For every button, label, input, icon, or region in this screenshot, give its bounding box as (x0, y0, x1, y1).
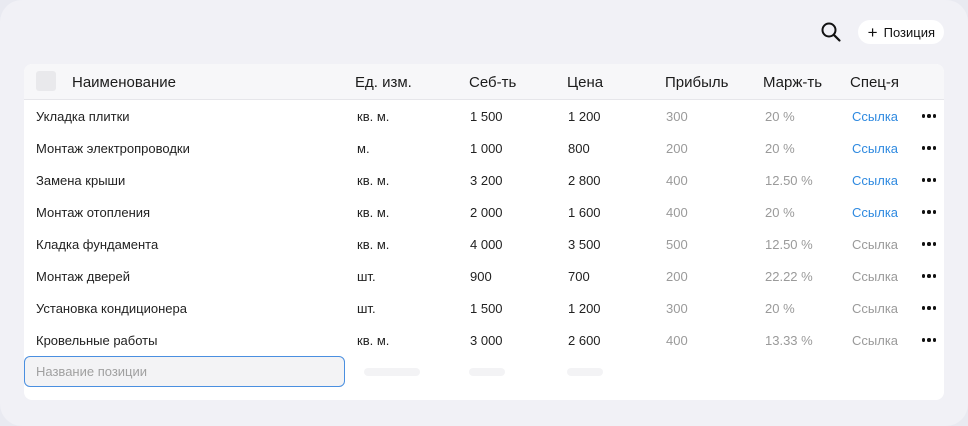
cell-unit: м. (357, 141, 370, 156)
positions-table: Наименование Ед. изм. Себ-ть Цена Прибыл… (24, 64, 944, 400)
cell-cost: 1 500 (470, 109, 503, 124)
cell-name: Укладка плитки (36, 109, 130, 124)
cell-profit: 400 (666, 333, 688, 348)
cell-unit: кв. м. (357, 173, 390, 188)
cell-cost: 3 000 (470, 333, 503, 348)
cell-price: 2 800 (568, 173, 601, 188)
cell-margin: 12.50 % (765, 173, 813, 188)
spec-link[interactable]: Ссылка (852, 301, 898, 316)
select-all-checkbox[interactable] (36, 71, 56, 91)
table-row[interactable]: Монтаж электропроводки м. 1 000 800 200 20 % С… (24, 132, 944, 164)
search-button[interactable] (818, 19, 844, 45)
cell-price: 1 600 (568, 205, 601, 220)
cell-profit: 300 (666, 301, 688, 316)
cell-profit: 200 (666, 141, 688, 156)
cell-cost: 4 000 (470, 237, 503, 252)
column-header-name[interactable]: Наименование (72, 74, 176, 91)
cell-unit: кв. м. (357, 237, 390, 252)
new-position-name-input[interactable] (24, 356, 345, 387)
cell-profit: 400 (666, 173, 688, 188)
table-body: Укладка плитки кв. м. 1 500 1 200 300 20 % Ссы… (24, 100, 944, 356)
table-row[interactable]: Укладка плитки кв. м. 1 500 1 200 300 20 % Ссы… (24, 100, 944, 132)
more-horizontal-icon[interactable] (918, 140, 940, 156)
column-header-price[interactable]: Цена (567, 74, 603, 91)
cell-profit: 400 (666, 205, 688, 220)
cell-margin: 20 % (765, 109, 795, 124)
cell-price: 1 200 (568, 109, 601, 124)
column-header-spec[interactable]: Спец-я (850, 74, 899, 91)
spec-link[interactable]: Ссылка (852, 269, 898, 284)
cell-unit: шт. (357, 269, 376, 284)
spec-link[interactable]: Ссылка (852, 109, 898, 124)
table-row[interactable]: Кладка фундамента кв. м. 4 000 3 500 500 12.5… (24, 228, 944, 260)
table-header: Наименование Ед. изм. Себ-ть Цена Прибыл… (24, 64, 944, 100)
spec-link[interactable]: Ссылка (852, 141, 898, 156)
cell-unit: шт. (357, 301, 376, 316)
cell-name: Установка кондиционера (36, 301, 187, 316)
cell-price: 800 (568, 141, 590, 156)
column-header-cost[interactable]: Себ-ть (469, 74, 516, 91)
cell-price: 700 (568, 269, 590, 284)
cell-cost: 900 (470, 269, 492, 284)
cell-unit: кв. м. (357, 205, 390, 220)
spec-link[interactable]: Ссылка (852, 173, 898, 188)
toolbar: + Позиция (818, 18, 944, 46)
cell-unit: кв. м. (357, 109, 390, 124)
column-header-profit[interactable]: Прибыль (665, 74, 728, 91)
cell-cost: 1 000 (470, 141, 503, 156)
cell-name: Монтаж отопления (36, 205, 151, 220)
cell-name: Монтаж электропроводки (36, 141, 190, 156)
cell-cost: 2 000 (470, 205, 503, 220)
search-icon (821, 22, 841, 42)
more-horizontal-icon[interactable] (918, 300, 940, 316)
spec-link[interactable]: Ссылка (852, 237, 898, 252)
cell-profit: 200 (666, 269, 688, 284)
cell-margin: 20 % (765, 301, 795, 316)
cell-margin: 22.22 % (765, 269, 813, 284)
cell-margin: 20 % (765, 205, 795, 220)
cell-name: Кровельные работы (36, 333, 158, 348)
more-horizontal-icon[interactable] (918, 172, 940, 188)
add-position-label: Позиция (883, 24, 935, 40)
cell-price: 1 200 (568, 301, 601, 316)
more-horizontal-icon[interactable] (918, 268, 940, 284)
column-header-margin[interactable]: Марж-ть (763, 74, 822, 91)
cell-price: 2 600 (568, 333, 601, 348)
cell-cost: 3 200 (470, 173, 503, 188)
more-horizontal-icon[interactable] (918, 236, 940, 252)
more-horizontal-icon[interactable] (918, 108, 940, 124)
cell-unit: кв. м. (357, 333, 390, 348)
app-window: + Позиция Наименование Ед. изм. Себ-ть Ц… (0, 0, 968, 426)
cell-profit: 300 (666, 109, 688, 124)
table-row[interactable]: Монтаж отопления кв. м. 2 000 1 600 400 20 % С… (24, 196, 944, 228)
table-row[interactable]: Установка кондиционера шт. 1 500 1 200 300 20… (24, 292, 944, 324)
cell-name: Монтаж дверей (36, 269, 131, 284)
table-row[interactable]: Замена крыши кв. м. 3 200 2 800 400 12.50 % Сс… (24, 164, 944, 196)
plus-icon: + (867, 22, 878, 42)
more-horizontal-icon[interactable] (918, 204, 940, 220)
add-position-button[interactable]: + Позиция (857, 20, 944, 44)
cell-name: Кладка фундамента (36, 237, 159, 252)
table-row[interactable]: Кровельные работы кв. м. 3 000 2 600 400 13.3… (24, 324, 944, 356)
cell-profit: 500 (666, 237, 688, 252)
cell-margin: 13.33 % (765, 333, 813, 348)
cell-margin: 12.50 % (765, 237, 813, 252)
cell-margin: 20 % (765, 141, 795, 156)
spec-link[interactable]: Ссылка (852, 333, 898, 348)
table-row[interactable]: Монтаж дверей шт. 900 700 200 22.22 % Ссылка (24, 260, 944, 292)
column-header-unit[interactable]: Ед. изм. (355, 74, 412, 91)
cell-price: 3 500 (568, 237, 601, 252)
cell-cost: 1 500 (470, 301, 503, 316)
spec-link[interactable]: Ссылка (852, 205, 898, 220)
more-horizontal-icon[interactable] (918, 332, 940, 348)
cell-name: Замена крыши (36, 173, 126, 188)
